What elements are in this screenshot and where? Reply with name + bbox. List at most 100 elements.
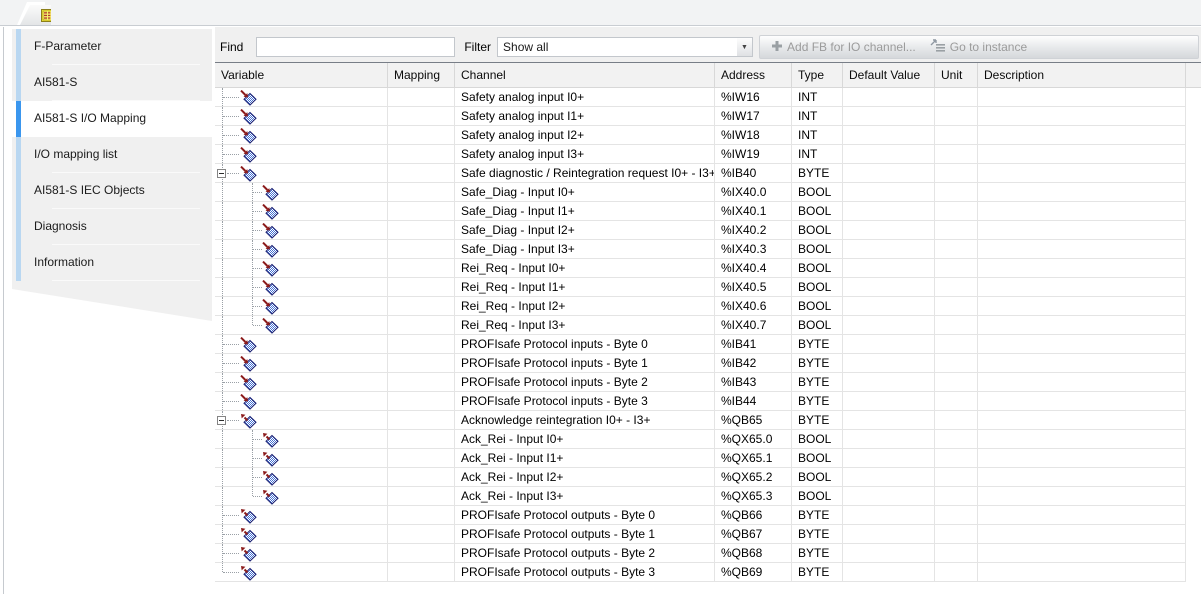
variable-cell[interactable] [215,392,388,411]
add-fb-button[interactable]: Add FB for IO channel... [766,40,921,55]
table-row[interactable]: Ack_Rei - Input I1+%QX65.1BOOL [215,449,1201,468]
table-row[interactable]: Rei_Req - Input I0+%IX40.4BOOL [215,259,1201,278]
table-row[interactable]: Safe_Diag - Input I3+%IX40.3BOOL [215,240,1201,259]
table-row[interactable]: Rei_Req - Input I2+%IX40.6BOOL [215,297,1201,316]
default-value-cell[interactable] [843,468,935,487]
default-value-cell[interactable] [843,221,935,240]
column-header-variable[interactable]: Variable [215,63,388,88]
variable-cell[interactable] [215,297,388,316]
default-value-cell[interactable] [843,202,935,221]
default-value-cell[interactable] [843,411,935,430]
variable-cell[interactable] [215,544,388,563]
chevron-down-icon[interactable]: ▼ [737,38,752,56]
column-header-default-value[interactable]: Default Value [843,63,935,88]
variable-cell[interactable] [215,107,388,126]
table-row[interactable]: PROFIsafe Protocol outputs - Byte 3%QB69… [215,563,1201,582]
variable-cell[interactable] [215,468,388,487]
filter-combobox[interactable]: Show all ▼ [497,37,753,57]
default-value-cell[interactable] [843,278,935,297]
default-value-cell[interactable] [843,487,935,506]
default-value-cell[interactable] [843,107,935,126]
table-row[interactable]: PROFIsafe Protocol outputs - Byte 1%QB67… [215,525,1201,544]
sidebar-item-f-parameter[interactable]: F-Parameter [12,29,212,65]
find-input[interactable] [256,37,455,57]
variable-cell[interactable] [215,259,388,278]
default-value-cell[interactable] [843,88,935,107]
variable-cell[interactable] [215,525,388,544]
table-row[interactable]: Rei_Req - Input I3+%IX40.7BOOL [215,316,1201,335]
table-row[interactable]: PROFIsafe Protocol inputs - Byte 1%IB42B… [215,354,1201,373]
table-row[interactable]: Rei_Req - Input I1+%IX40.5BOOL [215,278,1201,297]
table-row[interactable]: Ack_Rei - Input I0+%QX65.0BOOL [215,430,1201,449]
variable-cell[interactable] [215,221,388,240]
variable-cell[interactable] [215,563,388,582]
variable-cell[interactable] [215,335,388,354]
variable-cell[interactable] [215,278,388,297]
column-header-mapping[interactable]: Mapping [388,63,455,88]
default-value-cell[interactable] [843,164,935,183]
sidebar-item-ai581-s-iec-objects[interactable]: AI581-S IEC Objects [12,173,212,209]
table-row[interactable]: PROFIsafe Protocol outputs - Byte 2%QB68… [215,544,1201,563]
variable-cell[interactable] [215,240,388,259]
table-row[interactable]: PROFIsafe Protocol inputs - Byte 0%IB41B… [215,335,1201,354]
table-row[interactable]: Safe_Diag - Input I0+%IX40.0BOOL [215,183,1201,202]
default-value-cell[interactable] [843,563,935,582]
default-value-cell[interactable] [843,183,935,202]
table-row[interactable]: PROFIsafe Protocol inputs - Byte 3%IB44B… [215,392,1201,411]
default-value-cell[interactable] [843,544,935,563]
default-value-cell[interactable] [843,430,935,449]
sidebar-item-diagnosis[interactable]: Diagnosis [12,209,212,245]
default-value-cell[interactable] [843,259,935,278]
default-value-cell[interactable] [843,316,935,335]
variable-cell[interactable] [215,430,388,449]
variable-cell[interactable] [215,316,388,335]
column-header-description[interactable]: Description [978,63,1186,88]
column-header-channel[interactable]: Channel [455,63,715,88]
variable-cell[interactable] [215,506,388,525]
column-header-unit[interactable]: Unit [935,63,978,88]
default-value-cell[interactable] [843,240,935,259]
variable-cell[interactable] [215,126,388,145]
variable-cell[interactable] [215,373,388,392]
collapse-toggle-icon[interactable] [217,416,226,425]
table-row[interactable]: Safety analog input I0+%IW16INT [215,88,1201,107]
column-header-type[interactable]: Type [792,63,843,88]
table-row[interactable]: Ack_Rei - Input I3+%QX65.3BOOL [215,487,1201,506]
default-value-cell[interactable] [843,449,935,468]
variable-cell[interactable] [215,449,388,468]
variable-cell[interactable] [215,487,388,506]
column-header-address[interactable]: Address [715,63,792,88]
sidebar-item-information[interactable]: Information [12,245,212,281]
default-value-cell[interactable] [843,373,935,392]
table-row[interactable]: PROFIsafe Protocol outputs - Byte 0%QB66… [215,506,1201,525]
default-value-cell[interactable] [843,297,935,316]
table-row[interactable]: Ack_Rei - Input I2+%QX65.2BOOL [215,468,1201,487]
variable-cell[interactable] [215,411,388,430]
default-value-cell[interactable] [843,525,935,544]
variable-cell[interactable] [215,164,388,183]
table-row[interactable]: Acknowledge reintegration I0+ - I3+%QB65… [215,411,1201,430]
variable-cell[interactable] [215,88,388,107]
table-row[interactable]: Safety analog input I2+%IW18INT [215,126,1201,145]
default-value-cell[interactable] [843,392,935,411]
variable-cell[interactable] [215,183,388,202]
table-row[interactable]: Safety analog input I1+%IW17INT [215,107,1201,126]
table-row[interactable]: PROFIsafe Protocol inputs - Byte 2%IB43B… [215,373,1201,392]
table-row[interactable]: Safety analog input I3+%IW19INT [215,145,1201,164]
table-row[interactable]: Safe_Diag - Input I2+%IX40.2BOOL [215,221,1201,240]
default-value-cell[interactable] [843,506,935,525]
sidebar-item-i-o-mapping-list[interactable]: I/O mapping list [12,137,212,173]
table-row[interactable]: Safe diagnostic / Reintegration request … [215,164,1201,183]
goto-instance-button[interactable]: Go to instance [925,39,1032,55]
default-value-cell[interactable] [843,126,935,145]
table-row[interactable]: Safe_Diag - Input I1+%IX40.1BOOL [215,202,1201,221]
sidebar-item-ai581-s[interactable]: AI581-S [12,65,212,101]
variable-cell[interactable] [215,202,388,221]
default-value-cell[interactable] [843,354,935,373]
tab-close-icon[interactable]: ✕ [111,7,120,20]
sidebar-item-ai581-s-i-o-mapping[interactable]: AI581-S I/O Mapping [12,101,212,137]
collapse-toggle-icon[interactable] [217,169,226,178]
variable-cell[interactable] [215,354,388,373]
default-value-cell[interactable] [843,145,935,164]
variable-cell[interactable] [215,145,388,164]
